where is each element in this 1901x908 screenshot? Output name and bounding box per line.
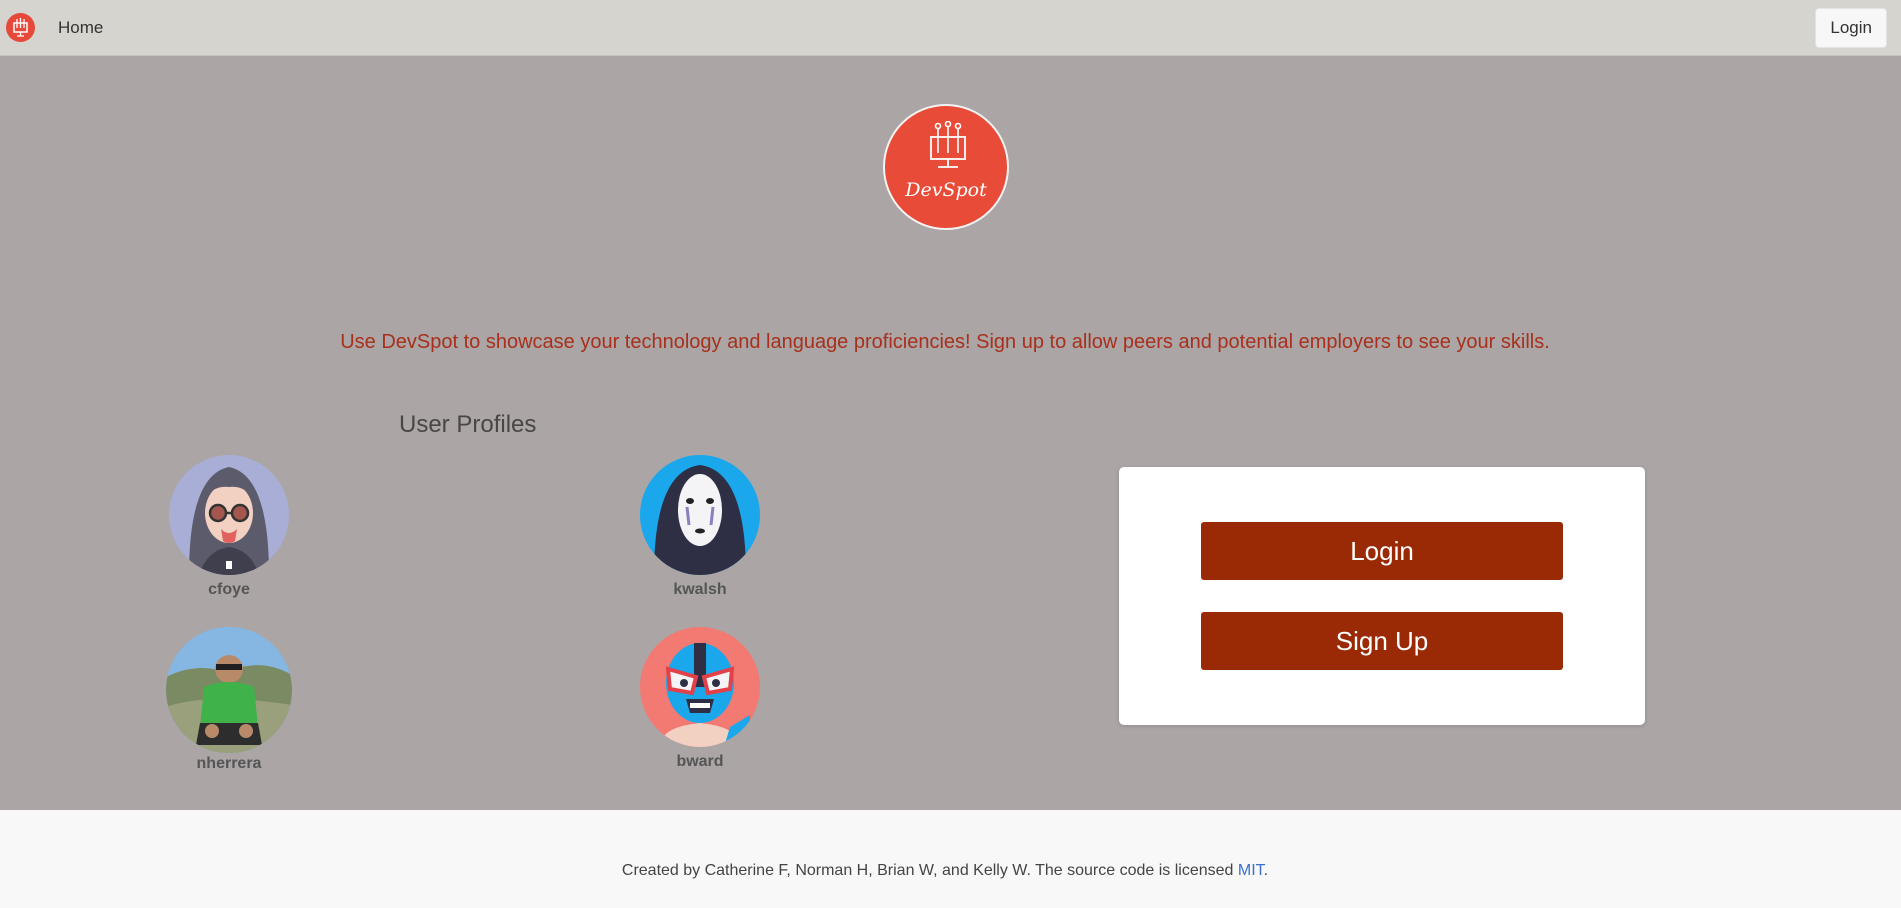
footer-period: . xyxy=(1263,862,1269,879)
brand-name: DevSpot xyxy=(905,179,987,201)
profile-card-bward[interactable]: bward xyxy=(630,627,770,771)
nav-login-button[interactable]: Login xyxy=(1815,8,1887,48)
footer: Created by Catherine F, Norman H, Brian … xyxy=(0,810,1901,908)
avatar[interactable] xyxy=(640,455,760,575)
login-button[interactable]: Login xyxy=(1201,522,1563,580)
nav-home-link[interactable]: Home xyxy=(58,18,103,38)
footer-text: Created by Catherine F, Norman H, Brian … xyxy=(0,862,1890,880)
user-profiles-title: User Profiles xyxy=(399,411,537,438)
avatar[interactable] xyxy=(166,627,292,753)
auth-card: Login Sign Up xyxy=(1119,467,1645,725)
tagline: Use DevSpot to showcase your technology … xyxy=(340,331,1550,353)
profile-card-cfoye[interactable]: cfoye xyxy=(159,455,299,599)
username-label[interactable]: cfoye xyxy=(159,581,299,599)
avatar[interactable] xyxy=(640,627,760,747)
navbar: Home Login xyxy=(0,0,1901,56)
avatar[interactable] xyxy=(169,455,289,575)
username-label[interactable]: bward xyxy=(630,753,770,771)
mit-license-link[interactable]: MIT xyxy=(1238,862,1264,879)
username-label[interactable]: kwalsh xyxy=(630,581,770,599)
devspot-logo-icon[interactable] xyxy=(6,13,35,42)
monitor-circuit-icon xyxy=(930,121,966,168)
footer-credits: Created by Catherine F, Norman H, Brian … xyxy=(621,862,1238,879)
profile-card-kwalsh[interactable]: kwalsh xyxy=(630,455,770,599)
profile-card-nherrera[interactable]: nherrera xyxy=(159,627,299,773)
signup-button[interactable]: Sign Up xyxy=(1201,612,1563,670)
devspot-hero-logo: DevSpot xyxy=(883,104,1009,230)
username-label[interactable]: nherrera xyxy=(159,755,299,773)
